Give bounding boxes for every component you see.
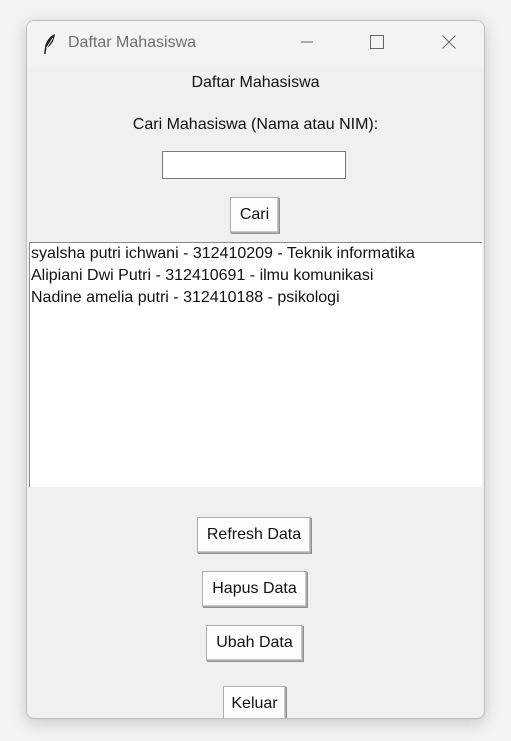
main-content: Daftar Mahasiswa Cari Mahasiswa (Nama at… xyxy=(27,67,484,718)
page-heading: Daftar Mahasiswa xyxy=(191,74,320,91)
refresh-data-button[interactable]: Refresh Data xyxy=(197,517,311,553)
exit-button[interactable]: Keluar xyxy=(223,686,286,718)
search-label: Cari Mahasiswa (Nama atau NIM): xyxy=(132,116,379,133)
delete-data-button[interactable]: Hapus Data xyxy=(202,571,307,607)
title-bar[interactable]: Daftar Mahasiswa xyxy=(27,21,484,67)
list-item[interactable]: Nadine amelia putri - 312410188 - psikol… xyxy=(30,287,482,309)
list-item[interactable]: syalsha putri ichwani - 312410209 - Tekn… xyxy=(30,243,482,265)
feather-icon xyxy=(42,33,58,55)
search-input[interactable] xyxy=(162,151,346,179)
minimize-button[interactable] xyxy=(272,21,342,67)
close-button[interactable] xyxy=(414,21,484,67)
list-item[interactable]: Alipiani Dwi Putri - 312410691 - ilmu ko… xyxy=(30,265,482,287)
maximize-icon xyxy=(369,34,385,55)
student-listbox[interactable]: syalsha putri ichwani - 312410209 - Tekn… xyxy=(29,242,482,487)
close-icon xyxy=(441,34,457,55)
window-title: Daftar Mahasiswa xyxy=(68,34,197,51)
edit-data-button[interactable]: Ubah Data xyxy=(206,625,303,661)
search-button[interactable]: Cari xyxy=(230,197,279,233)
minimize-icon xyxy=(299,34,315,55)
app-window: Daftar Mahasiswa Daftar Mahasiswa Cari M… xyxy=(26,20,485,719)
maximize-button[interactable] xyxy=(342,21,412,67)
